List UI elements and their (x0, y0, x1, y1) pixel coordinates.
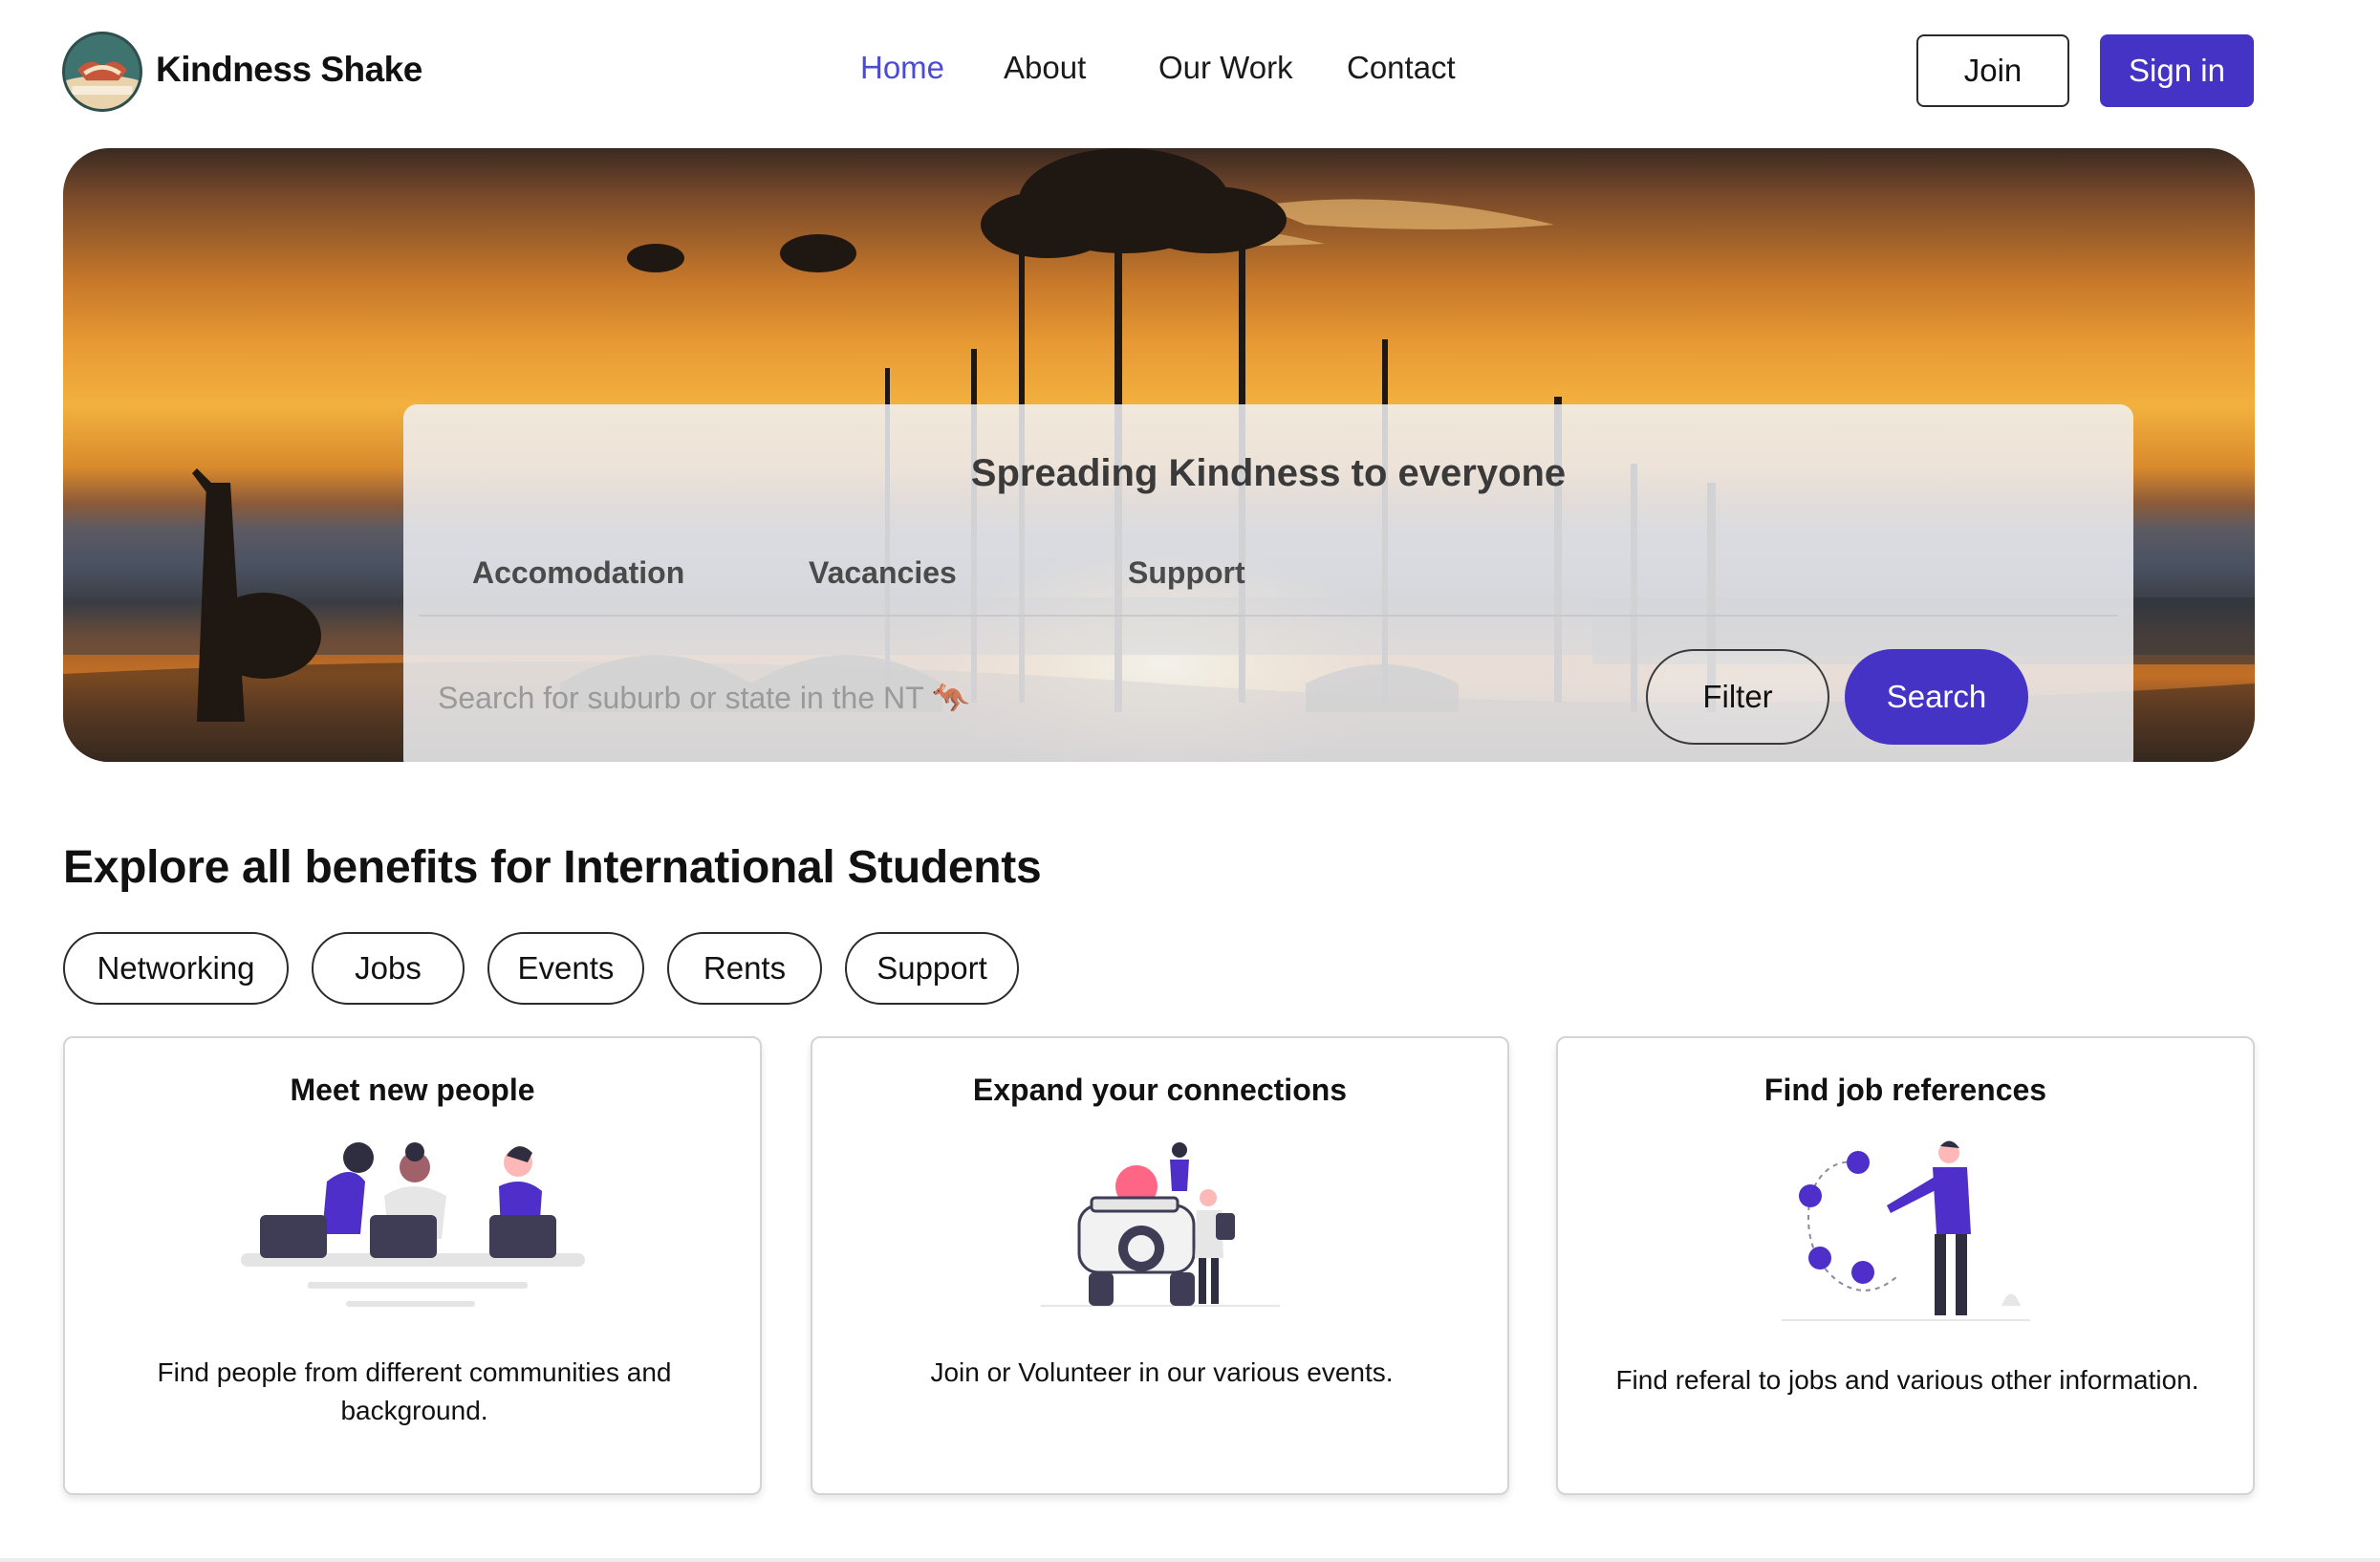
card-description: Find referal to jobs and various other i… (1615, 1365, 2199, 1395)
card-description: Find people from different communities a… (157, 1357, 672, 1425)
search-input[interactable] (419, 655, 1642, 741)
sign-in-button[interactable]: Sign in (2100, 34, 2254, 107)
brand-logo[interactable] (62, 32, 142, 112)
benefit-card-job-references[interactable]: Find job references Find referal to jobs… (1556, 1036, 2255, 1495)
jeep-travellers-illustration (812, 1139, 1507, 1330)
benefit-card-connections[interactable]: Expand your connections Join or Voluntee… (811, 1036, 1509, 1495)
chip-events[interactable]: Events (487, 932, 644, 1005)
tab-divider (419, 615, 2118, 617)
brand-name[interactable]: Kindness Shake (156, 50, 422, 90)
benefit-card-meet-people[interactable]: Meet new people Find people from differe… (63, 1036, 762, 1495)
nav-home[interactable]: Home (860, 50, 944, 86)
page-bottom-divider (0, 1558, 2380, 1562)
chip-jobs[interactable]: Jobs (312, 932, 465, 1005)
tab-accomodation[interactable]: Accomodation (472, 555, 684, 591)
join-button[interactable]: Join (1916, 34, 2069, 107)
handshake-logo-icon (65, 34, 140, 109)
card-title: Expand your connections (972, 1073, 1348, 1107)
tab-support[interactable]: Support (1128, 555, 1245, 591)
tab-vacancies[interactable]: Vacancies (809, 555, 957, 591)
nav-our-work[interactable]: Our Work (1158, 50, 1293, 86)
filter-button[interactable]: Filter (1646, 649, 1829, 745)
nav-contact[interactable]: Contact (1347, 50, 1456, 86)
search-button[interactable]: Search (1845, 649, 2028, 745)
chip-rents[interactable]: Rents (667, 932, 822, 1005)
social-network-person-illustration (1558, 1139, 2253, 1330)
site-header: Kindness Shake Home About Our Work Conta… (0, 0, 2380, 143)
section-title: Explore all benefits for International S… (63, 842, 1042, 893)
people-working-laptops-illustration (65, 1139, 760, 1330)
hero-banner: Spreading Kindness to everyone Accomodat… (63, 148, 2255, 762)
search-panel: Spreading Kindness to everyone Accomodat… (403, 404, 2133, 762)
chip-networking[interactable]: Networking (63, 932, 289, 1005)
card-description: Join or Volunteer in our various events. (930, 1357, 1394, 1387)
nav-about[interactable]: About (1004, 50, 1086, 86)
card-title: Find job references (1763, 1073, 2047, 1107)
chip-support[interactable]: Support (845, 932, 1019, 1005)
card-title: Meet new people (290, 1073, 535, 1107)
hero-title: Spreading Kindness to everyone (970, 452, 1567, 494)
